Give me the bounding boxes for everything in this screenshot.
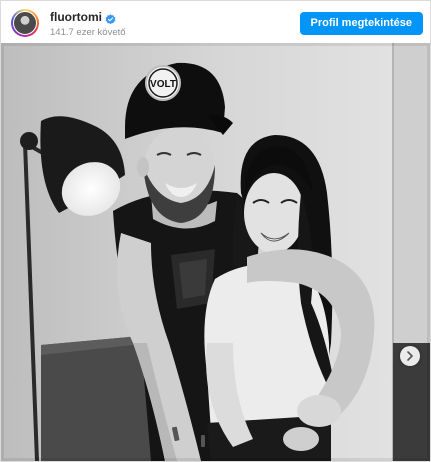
profile-avatar[interactable]	[11, 9, 39, 37]
username-row: fluortomi	[50, 10, 126, 24]
cap-text: VOLT	[150, 79, 176, 90]
avatar-image	[13, 11, 37, 35]
next-photo-button[interactable]	[400, 346, 420, 366]
photo-illustration: VOLT	[1, 43, 430, 461]
follower-count: 141.7 ezer követő	[50, 27, 126, 38]
instagram-embed: fluortomi 141.7 ezer követő Profil megte…	[0, 0, 431, 462]
post-header: fluortomi 141.7 ezer követő Profil megte…	[1, 1, 430, 43]
verified-badge-icon	[105, 12, 116, 24]
view-profile-button[interactable]: Profil megtekintése	[299, 12, 423, 35]
chevron-right-icon	[407, 351, 413, 361]
post-photo[interactable]: VOLT	[1, 43, 430, 461]
user-info: fluortomi 141.7 ezer követő	[50, 10, 126, 38]
username-link[interactable]: fluortomi	[50, 10, 102, 24]
